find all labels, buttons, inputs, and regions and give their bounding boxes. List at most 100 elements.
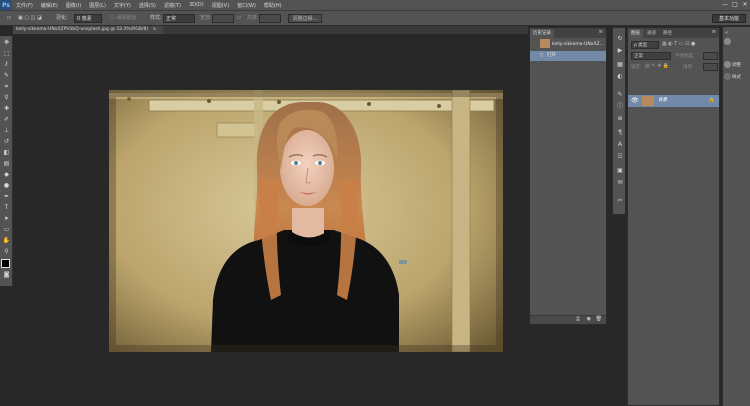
brush-tool-icon[interactable]: ✐	[2, 115, 11, 124]
blend-mode-select[interactable]: 正常	[631, 52, 671, 60]
eyedropper-tool-icon[interactable]: ⚲	[2, 93, 11, 102]
dodge-tool-icon[interactable]: ●	[2, 181, 11, 190]
portrait-photo	[109, 90, 503, 352]
zoom-tool-icon[interactable]: ⚲	[2, 247, 11, 256]
menu-item[interactable]: 视图(V)	[208, 2, 233, 9]
document-image[interactable]	[109, 90, 503, 352]
history-step-open[interactable]: ▯ 打开	[530, 51, 606, 61]
layer-row-background[interactable]: 👁 背景 🔒	[628, 95, 719, 107]
history-panel: 历史记录 ≡ kelly-sikkema-UNxXZ... ▯ 打开 ⎙ ◉ 🗑	[529, 27, 607, 325]
opacity-label: 不透明度:	[675, 54, 695, 59]
lasso-tool-icon[interactable]: ℓ	[2, 60, 11, 69]
trash-icon[interactable]: 🗑	[596, 316, 602, 322]
color-icon	[724, 38, 731, 45]
tab-history[interactable]: 历史记录	[530, 29, 554, 38]
collapse-arrows-icon[interactable]: «	[725, 30, 728, 36]
move-tool-icon[interactable]: ✥	[2, 38, 11, 47]
marquee-tool-icon[interactable]: ⬚	[2, 49, 11, 58]
character-icon[interactable]: A	[615, 140, 625, 149]
menu-item[interactable]: 3D(D)	[185, 2, 208, 9]
adjust-icon[interactable]: ◐	[615, 72, 625, 81]
info-icon[interactable]: ⓘ	[615, 102, 625, 111]
menu-item[interactable]: 文件(F)	[12, 2, 37, 9]
history-snapshot-row[interactable]: kelly-sikkema-UNxXZ...	[530, 39, 606, 51]
blur-tool-icon[interactable]: ◆	[2, 170, 11, 179]
quick-select-tool-icon[interactable]: ✎	[2, 71, 11, 80]
color-panel-button[interactable]	[724, 37, 750, 48]
brush-presets-icon[interactable]: ✎	[615, 90, 625, 99]
menu-item[interactable]: 窗口(W)	[233, 2, 260, 9]
style-label: 样式:	[150, 15, 162, 21]
clone-stamp-tool-icon[interactable]: ⊥	[2, 126, 11, 135]
selection-mode-icons[interactable]: ▣ ▢ ◫ ◪	[18, 14, 42, 23]
menu-item[interactable]: 文字(Y)	[110, 2, 135, 9]
menu-item[interactable]: 编辑(E)	[37, 2, 62, 9]
lock-icons[interactable]: ▧ ✎ ✥ 🔒	[645, 63, 675, 69]
tools-icon[interactable]: ✂	[615, 196, 625, 205]
photoshop-logo: Ps	[0, 0, 12, 10]
width-input[interactable]	[212, 14, 234, 23]
paragraph-icon[interactable]: ¶	[615, 128, 625, 137]
menu-item[interactable]: 选择(S)	[135, 2, 160, 9]
shape-tool-icon[interactable]: ▭	[2, 225, 11, 234]
path-select-tool-icon[interactable]: ➤	[2, 214, 11, 223]
document-tab[interactable]: kelly-sikkema-UNxXZPVSbQ-unsplash.jpg @ …	[13, 26, 163, 34]
layers-menu-icon[interactable]: ≡	[712, 29, 716, 35]
tab-layers[interactable]: 图层	[628, 29, 643, 38]
history-panel-icon[interactable]: ↻	[615, 34, 625, 43]
history-brush-tool-icon[interactable]: ↺	[2, 137, 11, 146]
layers-panel-header: 图层 通道 路径 ≡	[628, 28, 719, 38]
panel-menu-icon[interactable]: ≡	[599, 29, 603, 35]
document-icon: ▯	[540, 53, 543, 58]
tab-channels[interactable]: 通道	[644, 29, 659, 38]
hand-tool-icon[interactable]: ✋	[2, 236, 11, 245]
new-document-from-state-icon[interactable]: ⎙	[576, 316, 580, 322]
styles-button[interactable]: 样式	[724, 72, 750, 83]
gradient-tool-icon[interactable]: ▤	[2, 159, 11, 168]
antialias-checkbox[interactable]: ☐ 消除锯齿	[110, 14, 136, 23]
actions-play-icon[interactable]: ▶	[615, 46, 625, 55]
collapsed-panels-strip: ↻ ▶ ▦ ◐ ✎ ⓘ ⊕ ¶ A ☷ ▣ ✉ ✂	[612, 27, 626, 215]
document-tab-bar: kelly-sikkema-UNxXZPVSbQ-unsplash.jpg @ …	[13, 26, 528, 34]
marquee-tool-icon[interactable]: ▭	[4, 14, 14, 23]
menu-item[interactable]: 图层(L)	[85, 2, 110, 9]
tab-paths[interactable]: 路径	[660, 29, 675, 38]
adjustments-button[interactable]: 调整	[724, 60, 750, 71]
filter-icons[interactable]: ▦ ◐ T ▭ ⊡ ●	[662, 41, 718, 47]
close-tab-icon[interactable]: ×	[153, 27, 157, 32]
layer-comps-icon[interactable]: ▣	[615, 166, 625, 175]
options-bar: ▭ ▣ ▢ ◫ ◪ 羽化: 0 像素 ☐ 消除锯齿 样式: 正常 宽度: ⇄ 高…	[0, 10, 750, 26]
height-input[interactable]	[259, 14, 281, 23]
feather-input[interactable]: 0 像素	[74, 14, 102, 23]
opacity-input[interactable]	[703, 52, 718, 60]
width-label: 宽度:	[200, 15, 212, 21]
snapshot-camera-icon[interactable]: ◉	[587, 316, 591, 322]
workspace-switcher[interactable]: 基本功能	[712, 14, 746, 23]
snapshot-thumbnail	[540, 39, 550, 48]
filter-kind-select[interactable]: ρ 类型	[631, 41, 659, 49]
menu-item[interactable]: 帮助(H)	[260, 2, 286, 9]
swap-icon[interactable]: ⇄	[237, 14, 241, 23]
swatches-icon[interactable]: ▦	[615, 60, 625, 69]
style-select[interactable]: 正常	[163, 14, 195, 23]
fill-input[interactable]	[703, 63, 718, 71]
quick-mask-icon[interactable]: ◙	[2, 270, 11, 279]
healing-brush-tool-icon[interactable]: ✚	[2, 104, 11, 113]
type-tool-icon[interactable]: T	[2, 203, 11, 212]
minimize-button[interactable]: —	[721, 1, 729, 8]
crop-tool-icon[interactable]: ⌗	[2, 82, 11, 91]
menu-item[interactable]: 滤镜(T)	[160, 2, 185, 9]
history-panel-header: 历史记录 ≡	[530, 28, 606, 38]
pen-tool-icon[interactable]: ✒	[2, 192, 11, 201]
foreground-color-swatch[interactable]	[1, 259, 10, 268]
refine-edge-button[interactable]: 调整边缘...	[288, 14, 322, 23]
menu-bar: Ps 文件(F) 编辑(E) 图像(I) 图层(L) 文字(Y) 选择(S) 滤镜(T) 3D…	[0, 0, 750, 10]
notes-icon[interactable]: ✉	[615, 178, 625, 187]
maximize-button[interactable]: □	[731, 1, 739, 8]
clone-source-icon[interactable]: ⊕	[615, 114, 625, 123]
eraser-tool-icon[interactable]: ◧	[2, 148, 11, 157]
visibility-eye-icon[interactable]: 👁	[631, 97, 639, 104]
properties-icon[interactable]: ☷	[615, 152, 625, 161]
menu-item[interactable]: 图像(I)	[62, 2, 85, 9]
close-window-button[interactable]: ✕	[741, 1, 749, 8]
